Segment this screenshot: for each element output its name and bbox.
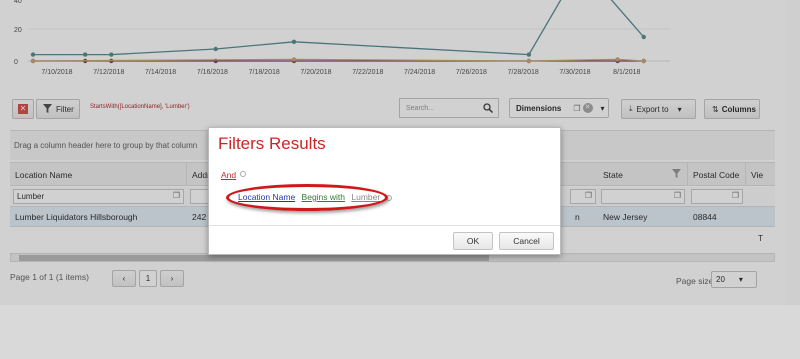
page-scrollbar[interactable] (785, 0, 800, 305)
dialog-divider (209, 225, 560, 226)
annotation-ellipse (226, 184, 388, 211)
cancel-button[interactable]: Cancel (499, 232, 554, 250)
dialog-title: Filters Results (218, 134, 326, 153)
add-condition-icon[interactable] (240, 171, 246, 177)
group-operator-link[interactable]: And (221, 170, 236, 180)
ok-button[interactable]: OK (453, 232, 493, 250)
